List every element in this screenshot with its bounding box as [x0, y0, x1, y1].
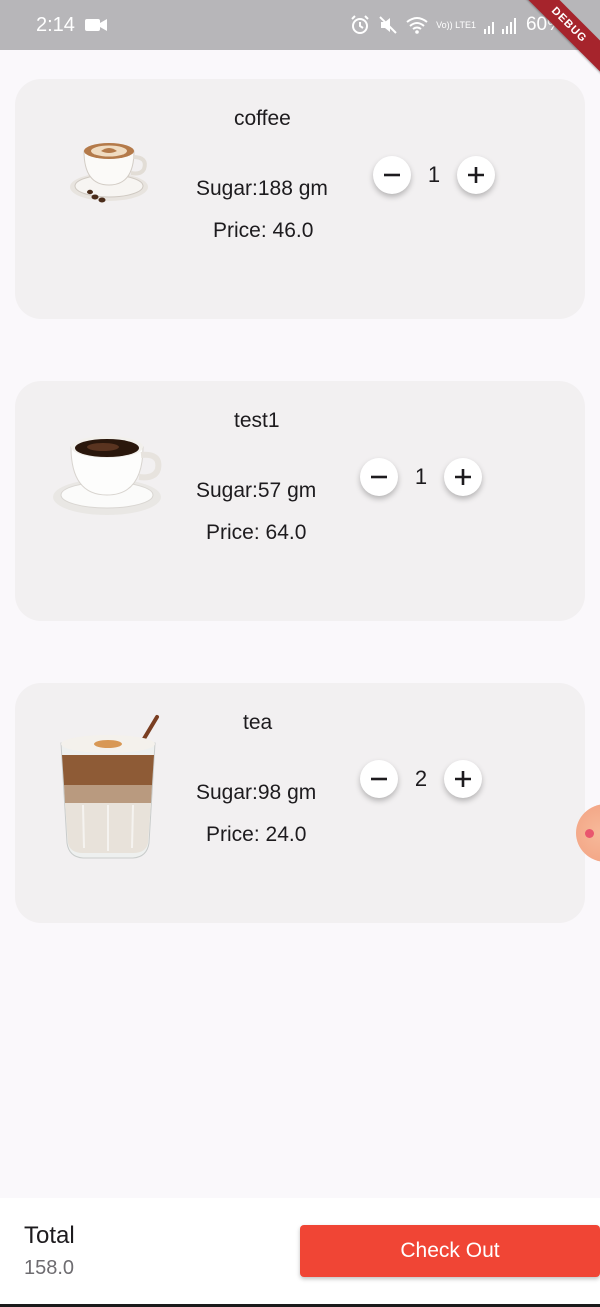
network-type-label: Vo)) LTE1 [436, 19, 476, 30]
plus-icon [455, 469, 471, 485]
quantity-stepper: 1 [360, 458, 482, 496]
item-sugar: Sugar:57 gm [196, 479, 317, 502]
item-quantity: 1 [414, 464, 428, 489]
minus-icon [371, 475, 387, 479]
cart-item-card: test1 Sugar:57 gm Price: 64.0 1 [15, 381, 585, 621]
increment-button[interactable] [444, 760, 482, 798]
status-time: 2:14 [36, 13, 75, 36]
alarm-icon [350, 15, 370, 35]
decrement-button[interactable] [360, 458, 398, 496]
item-sugar: Sugar:188 gm [196, 177, 328, 200]
decrement-button[interactable] [373, 156, 411, 194]
status-bar: 2:14 Vo)) LTE1 60% DEBUG [0, 0, 600, 79]
item-sugar: Sugar:98 gm [196, 781, 317, 804]
item-price: Price: 46.0 [213, 219, 314, 242]
decrement-button[interactable] [360, 760, 398, 798]
item-name: tea [243, 711, 273, 734]
checkout-bar: Total 158.0 Check Out [0, 1198, 600, 1304]
status-left: 2:14 [36, 14, 107, 37]
increment-button[interactable] [457, 156, 495, 194]
cart-item-card: coffee Sugar:188 gm Price: 46.0 1 [15, 79, 585, 319]
total-label: Total [24, 1222, 75, 1249]
item-name: coffee [234, 107, 291, 130]
minus-icon [384, 173, 400, 177]
plus-icon [455, 771, 471, 787]
bubble-dot-icon [585, 829, 594, 838]
debug-banner: DEBUG [515, 0, 600, 79]
quantity-stepper: 2 [360, 760, 482, 798]
item-name: test1 [234, 409, 280, 432]
wifi-icon [406, 16, 428, 34]
video-camera-icon [84, 17, 107, 33]
item-quantity: 1 [427, 162, 441, 187]
increment-button[interactable] [444, 458, 482, 496]
item-quantity: 2 [414, 766, 428, 791]
cart-item-card: tea Sugar:98 gm Price: 24.0 2 [15, 683, 585, 923]
signal-strength-icon [483, 16, 518, 34]
plus-icon [468, 167, 484, 183]
item-price: Price: 24.0 [206, 823, 307, 846]
quantity-stepper: 1 [373, 156, 495, 194]
item-price: Price: 64.0 [206, 521, 307, 544]
mute-icon [378, 15, 398, 35]
checkout-button[interactable]: Check Out [300, 1225, 600, 1277]
latte-glass-icon [53, 713, 163, 868]
cart-screen: 2:14 Vo)) LTE1 60% DEBUG coffee Sugar:18… [0, 0, 600, 1307]
black-coffee-cup-icon [53, 433, 163, 524]
minus-icon [371, 777, 387, 781]
total-value: 158.0 [24, 1257, 75, 1279]
cappuccino-cup-icon [69, 137, 151, 214]
